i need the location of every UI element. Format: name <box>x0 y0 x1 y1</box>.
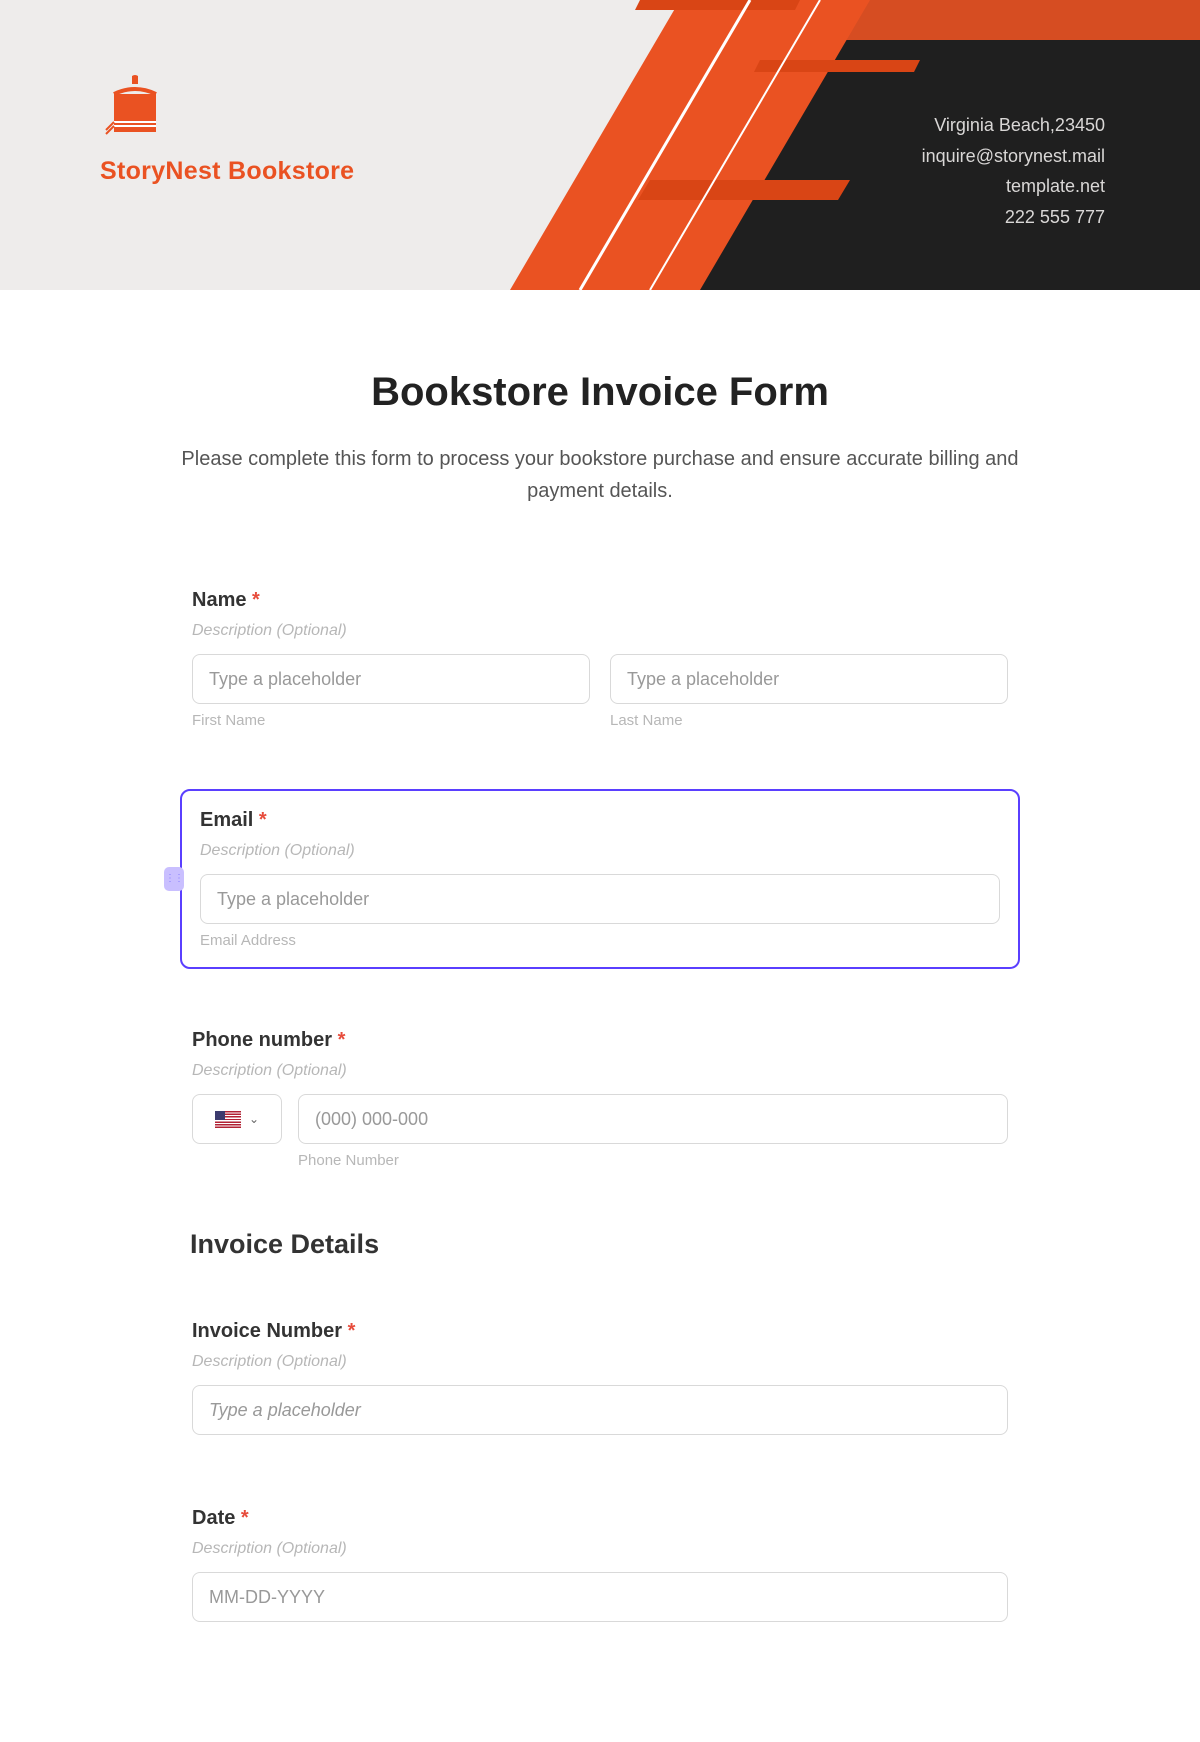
drag-handle-icon[interactable] <box>164 867 184 891</box>
name-label-text: Name <box>192 589 246 611</box>
date-input[interactable] <box>192 1572 1008 1622</box>
required-mark: * <box>252 589 260 611</box>
last-name-input[interactable] <box>610 654 1008 704</box>
invoice-number-label-text: Invoice Number <box>192 1320 342 1342</box>
date-label-text: Date <box>192 1507 235 1529</box>
name-desc[interactable]: Description (Optional) <box>192 622 1008 640</box>
invoice-number-input[interactable] <box>192 1385 1008 1435</box>
invoice-number-desc[interactable]: Description (Optional) <box>192 1353 1008 1371</box>
us-flag-icon <box>215 1111 241 1128</box>
email-label: Email * <box>200 809 1000 832</box>
name-label: Name * <box>192 589 1008 612</box>
name-field-group: Name * Description (Optional) First Name… <box>180 577 1020 741</box>
phone-input[interactable] <box>298 1094 1008 1144</box>
header-banner: StoryNest Bookstore Virginia Beach,23450… <box>0 0 1200 290</box>
invoice-section-title: Invoice Details <box>190 1229 1020 1260</box>
required-mark: * <box>259 809 267 831</box>
bookstore-logo-icon <box>100 70 170 140</box>
email-field-group[interactable]: Email * Description (Optional) Email Add… <box>180 789 1020 969</box>
phone-label: Phone number * <box>192 1029 1008 1052</box>
contact-site: template.net <box>922 171 1105 202</box>
first-name-sublabel: First Name <box>192 712 590 729</box>
form-title: Bookstore Invoice Form <box>180 370 1020 415</box>
invoice-number-field-group: Invoice Number * Description (Optional) <box>180 1308 1020 1447</box>
first-name-input[interactable] <box>192 654 590 704</box>
last-name-sublabel: Last Name <box>610 712 1008 729</box>
phone-label-text: Phone number <box>192 1029 332 1051</box>
brand-name: StoryNest Bookstore <box>100 157 354 186</box>
form-container: Bookstore Invoice Form Please complete t… <box>140 370 1060 1742</box>
required-mark: * <box>241 1507 249 1529</box>
form-intro: Please complete this form to process you… <box>180 443 1020 507</box>
country-code-select[interactable]: ⌄ <box>192 1094 282 1144</box>
email-desc[interactable]: Description (Optional) <box>200 842 1000 860</box>
email-label-text: Email <box>200 809 253 831</box>
logo-block: StoryNest Bookstore <box>100 70 354 186</box>
contact-address: Virginia Beach,23450 <box>922 110 1105 141</box>
required-mark: * <box>348 1320 356 1342</box>
date-desc[interactable]: Description (Optional) <box>192 1540 1008 1558</box>
phone-field-group: Phone number * Description (Optional) ⌄ … <box>180 1017 1020 1181</box>
invoice-number-label: Invoice Number * <box>192 1320 1008 1343</box>
contact-phone: 222 555 777 <box>922 202 1105 233</box>
email-sublabel: Email Address <box>200 932 1000 949</box>
date-label: Date * <box>192 1507 1008 1530</box>
required-mark: * <box>338 1029 346 1051</box>
phone-desc[interactable]: Description (Optional) <box>192 1062 1008 1080</box>
contact-info: Virginia Beach,23450 inquire@storynest.m… <box>922 110 1105 232</box>
contact-email: inquire@storynest.mail <box>922 141 1105 172</box>
email-input[interactable] <box>200 874 1000 924</box>
chevron-down-icon: ⌄ <box>249 1112 259 1126</box>
date-field-group: Date * Description (Optional) <box>180 1495 1020 1634</box>
phone-sublabel: Phone Number <box>298 1152 1008 1169</box>
